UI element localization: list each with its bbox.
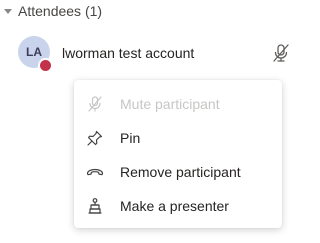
- mic-off-icon[interactable]: [270, 42, 292, 64]
- participant-context-menu: Mute participant Pin Remove participant …: [74, 80, 282, 228]
- menu-item-label: Mute participant: [120, 96, 220, 112]
- menu-item-pin[interactable]: Pin: [74, 121, 282, 155]
- menu-item-remove-participant[interactable]: Remove participant: [74, 155, 282, 189]
- chevron-down-icon: [4, 9, 12, 14]
- attendee-name: lworman test account: [62, 45, 195, 61]
- menu-item-mute-participant[interactable]: Mute participant: [74, 87, 282, 121]
- presenter-icon: [88, 198, 102, 214]
- menu-item-make-presenter[interactable]: Make a presenter: [74, 189, 282, 223]
- menu-item-label: Make a presenter: [120, 198, 229, 214]
- menu-item-label: Pin: [120, 130, 141, 146]
- presence-status-badge: [38, 58, 53, 73]
- menu-item-label: Remove participant: [120, 164, 241, 180]
- attendees-section-header[interactable]: Attendees (1): [4, 0, 102, 22]
- pin-icon: [87, 130, 103, 146]
- hang-up-icon: [86, 168, 104, 176]
- attendee-row[interactable]: LA lworman test account: [0, 36, 312, 73]
- avatar-initials: LA: [26, 45, 42, 59]
- attendees-section-label: Attendees (1): [18, 3, 103, 19]
- mic-off-icon: [88, 96, 102, 112]
